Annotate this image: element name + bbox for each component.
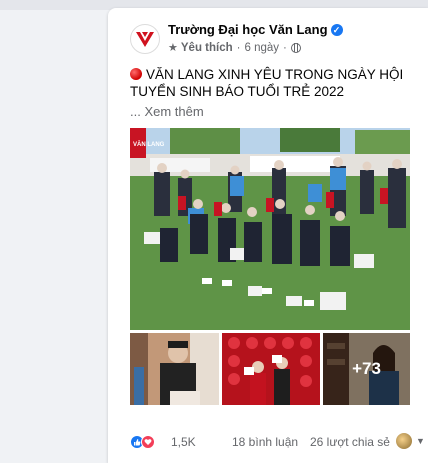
photo-thumb-2[interactable] bbox=[222, 333, 320, 405]
share-count[interactable]: 26 lượt chia sẻ bbox=[310, 435, 390, 449]
meta-separator-2: · bbox=[283, 41, 287, 54]
van-lang-logo bbox=[136, 32, 154, 47]
reaction-count[interactable]: 1,5K bbox=[171, 435, 196, 449]
page-name[interactable]: Trường Đại học Văn Lang ✓ bbox=[168, 22, 343, 37]
post-time[interactable]: 6 ngày bbox=[244, 42, 279, 54]
photo-thumb-1-scene bbox=[130, 333, 219, 405]
love-icon bbox=[141, 435, 155, 449]
main-photo[interactable]: VĂN LANG bbox=[130, 128, 410, 330]
page-avatar[interactable] bbox=[130, 24, 160, 54]
comment-count[interactable]: 18 bình luận bbox=[232, 435, 298, 449]
post-meta: ★ Yêu thích · 6 ngày · bbox=[168, 41, 301, 54]
post-text-content: VĂN LANG XINH YÊU TRONG NGÀY HỘI TUYỂN S… bbox=[130, 67, 404, 99]
more-photos-overlay[interactable]: +73 bbox=[323, 333, 410, 405]
photo-thumb-3[interactable]: +73 bbox=[323, 333, 410, 405]
star-icon: ★ bbox=[168, 42, 178, 54]
post-card: Trường Đại học Văn Lang ✓ ★ Yêu thích · 6… bbox=[108, 8, 428, 463]
post-footer: 1,5K 18 bình luận 26 lượt chia sẻ ▼ bbox=[130, 433, 428, 453]
photo-thumb-1[interactable] bbox=[130, 333, 219, 405]
red-circle-icon bbox=[130, 68, 142, 80]
page-name-text[interactable]: Trường Đại học Văn Lang bbox=[168, 22, 328, 37]
post-text: VĂN LANG XINH YÊU TRONG NGÀY HỘI TUYỂN S… bbox=[130, 66, 420, 100]
see-more-link[interactable]: ... Xem thêm bbox=[130, 104, 204, 119]
chevron-down-icon[interactable]: ▼ bbox=[416, 436, 425, 446]
photo-thumb-2-scene bbox=[222, 333, 320, 405]
more-photos-count: +73 bbox=[352, 359, 381, 378]
viewer-avatar[interactable] bbox=[396, 433, 412, 449]
post-header: Trường Đại học Văn Lang ✓ ★ Yêu thích · 6… bbox=[108, 8, 428, 56]
reactions-summary[interactable]: 1,5K bbox=[130, 435, 196, 449]
banner-text: VĂN LANG bbox=[133, 141, 165, 148]
like-label[interactable]: Yêu thích bbox=[181, 42, 233, 54]
meta-separator: · bbox=[236, 41, 241, 54]
verified-badge-icon: ✓ bbox=[330, 24, 343, 36]
main-photo-scene: VĂN LANG bbox=[130, 128, 410, 330]
globe-icon bbox=[290, 42, 301, 53]
